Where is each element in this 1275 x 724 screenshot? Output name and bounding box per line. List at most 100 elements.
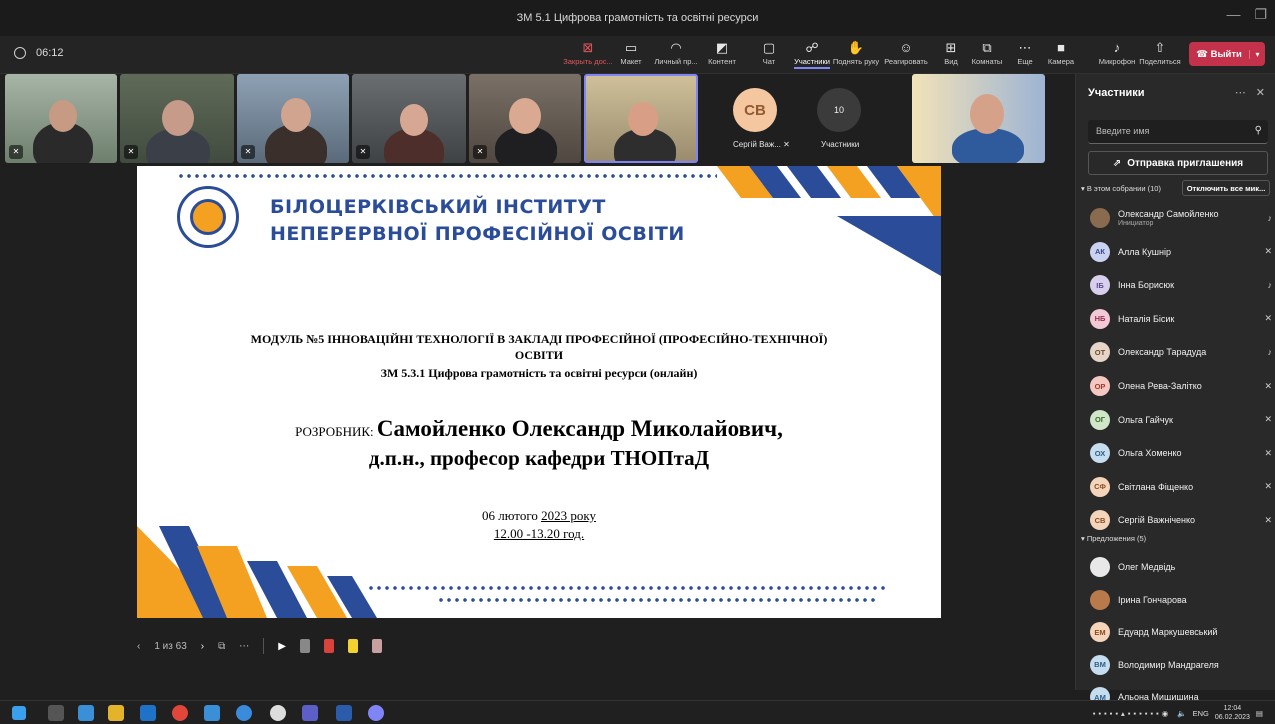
maximize-icon[interactable]: ❐: [1254, 6, 1267, 23]
meeting-timer: 06:12: [14, 47, 64, 59]
raise-hand-button[interactable]: ✋ Поднять руку: [830, 39, 882, 66]
in-meeting-header[interactable]: ▾ В этом собрании (10): [1081, 184, 1161, 193]
lecture-time: 12.00 -13.20 год.: [493, 526, 585, 541]
more-icon[interactable]: ⋯: [239, 641, 249, 652]
slide-counter: 1 из 63: [154, 640, 187, 652]
start-icon[interactable]: [12, 706, 26, 720]
mic-icon: ♪: [1113, 40, 1121, 55]
avatar: ОР: [1090, 376, 1110, 396]
avatar: CB: [733, 88, 777, 132]
participant-row[interactable]: СВ Сергій Важніченко ✕: [1090, 508, 1272, 532]
shield-icon: [14, 47, 26, 59]
clock[interactable]: 12:04 06.02.2023: [1215, 704, 1250, 722]
hand-icon: ✋: [847, 40, 865, 55]
search-icon: ⚲: [1254, 125, 1262, 136]
video-tile[interactable]: ✕: [352, 74, 466, 163]
highlighter-icon[interactable]: [347, 639, 358, 653]
lecture-date: 06 лютого 2023 року: [482, 508, 596, 523]
suggestions-header[interactable]: ▾ Предложения (5): [1081, 534, 1146, 543]
participant-row[interactable]: Олександр Самойленко Инициатор ♪: [1090, 206, 1272, 230]
video-tile[interactable]: ✕: [5, 74, 117, 163]
developer-name: Самойленко Олександр Миколайович,: [376, 416, 783, 441]
video-tile[interactable]: ✕: [237, 74, 349, 163]
participant-name: Ольга Гайчук: [1118, 414, 1173, 425]
snip-icon[interactable]: [204, 705, 220, 721]
smile-icon: ☺: [899, 40, 913, 55]
chevron-down-icon[interactable]: ▾: [1249, 49, 1265, 59]
store-icon[interactable]: [78, 705, 94, 721]
dotted-line: [177, 172, 717, 182]
next-slide-icon[interactable]: ›: [201, 641, 204, 652]
camera-button[interactable]: ■ Камера: [1035, 39, 1087, 66]
prev-slide-icon[interactable]: ‹: [137, 641, 140, 652]
send-invite-button[interactable]: ⇗ Отправка приглашения: [1088, 151, 1268, 175]
video-tile-active-speaker[interactable]: [584, 74, 698, 163]
participant-row[interactable]: ІБ Інна Борисюк ♪: [1090, 273, 1272, 297]
participant-row[interactable]: Ірина Гончарова: [1090, 588, 1272, 612]
share-button[interactable]: ⇧ Поделиться: [1134, 39, 1186, 66]
video-tile-presenter[interactable]: [912, 74, 1045, 163]
meeting-toolbar: 06:12 ⊠ Закрыть дос... ▭ Макет ◠ Личный …: [0, 36, 1275, 74]
close-icon[interactable]: ✕: [1256, 86, 1265, 99]
participant-row[interactable]: ОР Олена Рева-Залітко ✕: [1090, 374, 1272, 398]
mic-off-icon: ✕: [1264, 481, 1272, 492]
title-bar: ЗМ 5.1 Цифрова грамотність та освітні ре…: [0, 0, 1275, 36]
participant-row[interactable]: НБ Наталія Бісик ✕: [1090, 307, 1272, 331]
participant-row[interactable]: ОХ Ольга Хоменко ✕: [1090, 441, 1272, 465]
app-icon[interactable]: [368, 705, 384, 721]
eraser-icon[interactable]: [371, 639, 382, 653]
slide-grid-icon[interactable]: ⧉: [218, 641, 225, 652]
participant-row[interactable]: ОГ Ольга Гайчук ✕: [1090, 408, 1272, 432]
participants-panel: Участники ⋯ ✕ Введите имя ⚲ ⇗ Отправка п…: [1075, 74, 1275, 707]
video-tile[interactable]: ✕: [469, 74, 581, 163]
mic-on-icon: ♪: [1267, 280, 1273, 291]
teams-icon[interactable]: [302, 705, 318, 721]
content-button[interactable]: ◩ Контент: [696, 39, 748, 66]
camera-icon: ■: [1057, 40, 1065, 55]
mute-all-button[interactable]: Отключить все мик...: [1182, 180, 1270, 196]
mic-off-icon: ✕: [1264, 246, 1272, 257]
slide-navigation: ‹ 1 из 63 › ⧉ ⋯ ▶: [137, 634, 382, 658]
share-link-icon: ⇗: [1112, 157, 1122, 169]
file-explorer-icon[interactable]: [108, 705, 124, 721]
pen-icon[interactable]: [299, 639, 310, 653]
shared-slide: БІЛОЦЕРКІВСЬКИЙ ІНСТИТУТ НЕПЕРЕРВНОЇ ПРО…: [137, 166, 941, 618]
personal-mode-button[interactable]: ◠ Личный пр...: [650, 39, 702, 66]
participant-row[interactable]: АК Алла Кушнір ✕: [1090, 240, 1272, 264]
dotted-line: [437, 596, 877, 606]
developer-label: РОЗРОБНИК:: [295, 424, 377, 439]
participant-count-tile[interactable]: 10: [817, 88, 861, 132]
module-title-cont: ОСВІТИ: [514, 348, 564, 362]
participant-name: Олег Медвідь: [1118, 562, 1176, 572]
pointer-icon[interactable]: ▶: [278, 641, 286, 652]
participant-name: Едуард Маркушевський: [1118, 627, 1218, 637]
volume-icon[interactable]: 🔈: [1177, 709, 1186, 718]
search-input[interactable]: Введите имя ⚲: [1088, 120, 1268, 144]
participant-row[interactable]: СФ Світлана Фіщенко ✕: [1090, 475, 1272, 499]
word-icon[interactable]: [336, 705, 352, 721]
tray-icons[interactable]: ▪▪▪▪▪▴▪▪▪▪▪▪◉: [1093, 709, 1172, 718]
meeting-stage: ✕ ✕ ✕ ✕ ✕ CB Сергій Важ... ✕ 10 Участник…: [0, 74, 1075, 690]
red-pen-icon[interactable]: [323, 639, 334, 653]
app-icon[interactable]: [270, 705, 286, 721]
leave-button[interactable]: ☎ Выйти ▾: [1189, 42, 1265, 66]
window-title: ЗМ 5.1 Цифрова грамотність та освітні ре…: [516, 12, 759, 24]
minimize-icon[interactable]: —: [1226, 6, 1240, 23]
notifications-icon[interactable]: ▤: [1256, 709, 1263, 718]
video-tile[interactable]: ✕: [120, 74, 234, 163]
layout-icon: ▭: [624, 40, 638, 55]
chrome-icon[interactable]: [172, 705, 188, 721]
browser-icon[interactable]: [236, 705, 252, 721]
participant-name: Олена Рева-Залітко: [1118, 381, 1202, 391]
language-indicator[interactable]: ENG: [1193, 709, 1209, 718]
mail-icon[interactable]: [140, 705, 156, 721]
institute-name-line2: НЕПЕРЕРВНОЇ ПРОФЕСІЙНОЇ ОСВІТИ: [270, 223, 685, 245]
participant-row[interactable]: Олег Медвідь: [1090, 555, 1272, 579]
dotted-line: [367, 584, 887, 594]
chat-icon: ▢: [762, 40, 776, 55]
more-icon[interactable]: ⋯: [1235, 86, 1246, 99]
participant-row[interactable]: ВМ Володимир Мандрагеля: [1090, 653, 1272, 677]
task-view-icon[interactable]: [48, 705, 64, 721]
participant-row[interactable]: ЕМ Едуард Маркушевський: [1090, 620, 1272, 644]
participant-row[interactable]: ОТ Олександр Тарадуда ♪: [1090, 340, 1272, 364]
